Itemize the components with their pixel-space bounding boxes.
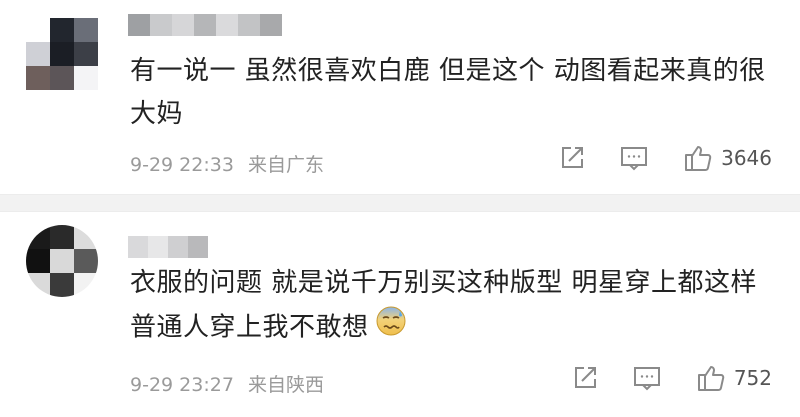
comment-bubble-icon[interactable] xyxy=(619,143,649,173)
comment-location: 来自广东 xyxy=(247,154,324,176)
username-blurred[interactable] xyxy=(128,232,208,258)
comment-text: 有一说一 虽然很喜欢白鹿 但是这个 动图看起来真的很大妈 xyxy=(130,56,766,129)
comment-actions: 752 xyxy=(570,363,772,393)
thumbs-up-icon[interactable] xyxy=(696,363,726,393)
comment-text: 衣服的问题 就是说千万别买这种版型 明星穿上都这样 普通人穿上我不敢想 xyxy=(130,262,770,351)
comment-actions: 3646 xyxy=(557,143,772,173)
avatar[interactable] xyxy=(26,225,98,297)
share-icon[interactable] xyxy=(557,143,587,173)
comment-location: 来自陕西 xyxy=(247,374,324,396)
comment-bubble-icon[interactable] xyxy=(632,363,662,393)
comment-meta: 9-29 23:27 来自陕西 xyxy=(130,370,324,397)
cold-sweat-face-icon xyxy=(375,305,407,351)
username-blurred[interactable] xyxy=(128,10,282,36)
comment-meta: 9-29 22:33 来自广东 xyxy=(130,150,324,177)
pixelated-avatar-image xyxy=(26,225,98,297)
avatar[interactable] xyxy=(26,18,98,90)
like-count: 3646 xyxy=(721,146,772,170)
comment-date: 9-29 23:27 xyxy=(130,374,234,396)
like-count: 752 xyxy=(733,366,772,390)
comment-date: 9-29 22:33 xyxy=(130,154,234,176)
comment-item: 有一说一 虽然很喜欢白鹿 但是这个 动图看起来真的很大妈 9-29 22:33 … xyxy=(0,0,800,194)
comment-text-content: 衣服的问题 就是说千万别买这种版型 明星穿上都这样 普通人穿上我不敢想 xyxy=(130,268,758,343)
share-icon[interactable] xyxy=(570,363,600,393)
pixelated-avatar-image xyxy=(26,18,98,90)
comment-divider xyxy=(0,194,800,212)
comment-item: 衣服的问题 就是说千万别买这种版型 明星穿上都这样 普通人穿上我不敢想 9-29… xyxy=(0,212,800,417)
thumbs-up-icon[interactable] xyxy=(683,143,713,173)
